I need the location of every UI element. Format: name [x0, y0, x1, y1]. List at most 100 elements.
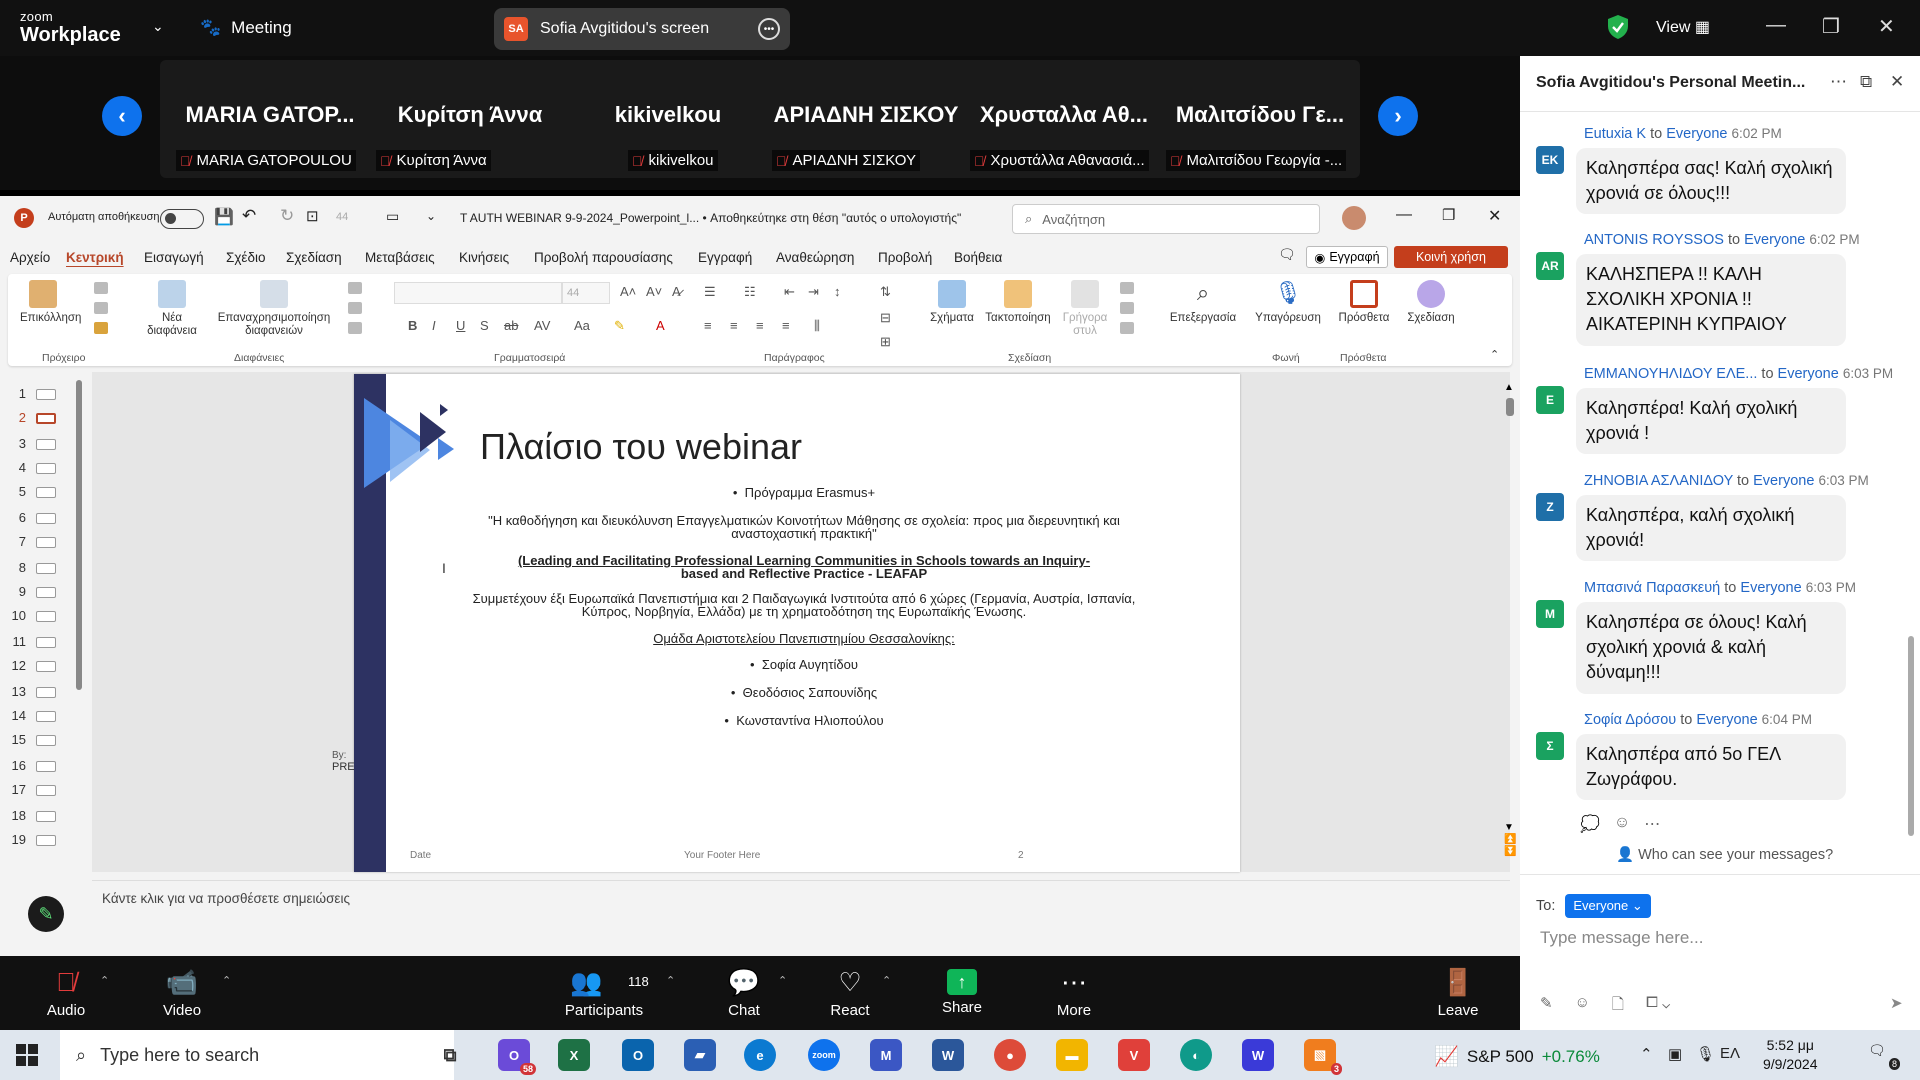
clock[interactable]: 5:52 μμ 9/9/2024	[1763, 1036, 1818, 1074]
underline-icon[interactable]: U	[456, 318, 465, 333]
layout-icon[interactable]: ▭	[386, 208, 399, 225]
chevron-up-icon[interactable]: ⌃	[100, 974, 109, 987]
thumbnail-item[interactable]: 16	[10, 756, 66, 776]
text-direction-icon[interactable]: ⇅	[880, 284, 891, 300]
numbering-icon[interactable]: ☷	[744, 284, 756, 300]
italic-icon[interactable]: I	[432, 318, 436, 333]
font-color-icon[interactable]: A	[656, 318, 665, 333]
bold-icon[interactable]: B	[408, 318, 417, 333]
pen-annotation-icon[interactable]: ✎	[28, 896, 64, 932]
task-view-icon[interactable]: ⧉	[434, 1039, 466, 1071]
minimize-icon[interactable]: —	[1396, 206, 1412, 224]
align-text-icon[interactable]: ⊟	[880, 310, 891, 326]
chevron-up-icon[interactable]: ⌃	[778, 974, 787, 987]
app-icon[interactable]: ▧ 3	[1304, 1039, 1342, 1075]
screenshot-icon[interactable]: ⧠ ⌄	[1646, 994, 1670, 1019]
app-icon[interactable]: ▰	[684, 1039, 716, 1071]
undo-icon[interactable]: ↶	[242, 206, 256, 226]
next-page-icon[interactable]: ›	[1378, 96, 1418, 136]
tab-insert[interactable]: Εισαγωγή	[144, 250, 204, 265]
shape-fill-icon[interactable]	[1120, 282, 1134, 294]
windows-start-icon[interactable]	[16, 1044, 38, 1066]
editing-button[interactable]: ⌕ Επεξεργασία	[1166, 280, 1240, 325]
network-icon[interactable]: ▣	[1668, 1045, 1682, 1063]
thumbnail-item[interactable]: 3	[10, 434, 66, 454]
addins-button[interactable]: Πρόσθετα	[1334, 280, 1394, 325]
format-text-icon[interactable]: ✎	[1540, 994, 1553, 1019]
layout-icon[interactable]	[348, 282, 362, 294]
more-button[interactable]: ⋯ More	[1034, 966, 1114, 1019]
section-icon[interactable]	[348, 322, 362, 334]
share-button[interactable]: Κοινή χρήση	[1394, 246, 1508, 268]
tab-transitions[interactable]: Μεταβάσεις	[365, 250, 435, 265]
notifications-icon[interactable]: 🗨 8	[1868, 1042, 1900, 1070]
math-app-icon[interactable]: M	[870, 1039, 902, 1071]
zoom-icon[interactable]: zoom	[808, 1039, 840, 1071]
collapse-ribbon-icon[interactable]: ⌃	[1490, 348, 1499, 361]
thumbnail-item[interactable]: 4	[10, 458, 66, 478]
app-icon[interactable]: ◐	[1180, 1039, 1212, 1071]
font-size-box[interactable]: 44	[562, 282, 610, 304]
columns-icon[interactable]: ⫼	[814, 318, 820, 334]
minimize-icon[interactable]: —	[1766, 14, 1786, 37]
thumbnail-item[interactable]: 18	[10, 806, 66, 826]
align-center-icon[interactable]: ≡	[730, 318, 738, 333]
format-painter-icon[interactable]	[94, 322, 108, 334]
arrange-button[interactable]: Τακτοποίηση	[982, 280, 1054, 325]
chevron-up-icon[interactable]: ⌃	[882, 974, 891, 987]
file-icon[interactable]: 🗋	[1612, 994, 1624, 1019]
highlight-icon[interactable]: ✎	[614, 318, 625, 334]
participant-tile[interactable]: Μαλιτσίδου Γε... 🎙̸ Μαλιτσίδου Γεωργία -.…	[1160, 60, 1360, 178]
excel-icon[interactable]: X	[558, 1039, 590, 1071]
copy-icon[interactable]	[94, 302, 108, 314]
send-icon[interactable]: ➤	[1890, 994, 1903, 1012]
more-options-icon[interactable]: ⋯	[1830, 72, 1847, 92]
file-explorer-icon[interactable]: ▬	[1056, 1039, 1088, 1071]
leave-button[interactable]: 🚪 Leave	[1418, 966, 1498, 1019]
restore-icon[interactable]: ❐	[1822, 14, 1840, 39]
font-size-box[interactable]: 44	[336, 211, 348, 223]
more-icon[interactable]: ⋯	[1644, 814, 1660, 834]
chrome-icon[interactable]: ●	[994, 1039, 1026, 1071]
search-input[interactable]: ⌕ Αναζήτηση	[1012, 204, 1320, 234]
shapes-button[interactable]: Σχήματα	[926, 280, 978, 325]
shared-screen-indicator[interactable]: SA Sofia Avgitidou's screen •••	[494, 8, 790, 50]
redo-icon[interactable]: ↻	[280, 206, 294, 226]
close-icon[interactable]: ✕	[1488, 206, 1501, 226]
emoji-icon[interactable]: ☺	[1575, 994, 1590, 1019]
edge-icon[interactable]: e	[744, 1039, 776, 1071]
chevron-down-icon[interactable]: ⌄	[152, 18, 164, 35]
save-icon[interactable]: 💾	[214, 207, 234, 227]
language-indicator[interactable]: ΕΛ	[1720, 1045, 1740, 1062]
close-icon[interactable]: ✕	[1878, 14, 1895, 39]
tab-animations[interactable]: Κινήσεις	[459, 250, 509, 265]
paste-button[interactable]: Επικόλληση	[20, 280, 81, 325]
tab-view[interactable]: Προβολή	[878, 250, 932, 265]
thumbnail-item[interactable]: 14	[10, 706, 66, 726]
slide-navigation-icons[interactable]: ▼ ⏫ ⏬	[1504, 822, 1516, 858]
thumbnail-item[interactable]: 7	[10, 532, 66, 552]
audio-button[interactable]: 🎙̸ Audio	[26, 966, 106, 1019]
chevron-up-icon[interactable]: ⌃	[1640, 1045, 1653, 1063]
tab-design[interactable]: Σχέδιο	[226, 250, 265, 265]
participant-tile[interactable]: Κυρίτση Άννα 🎙̸ Κυρίτση Άννα	[370, 60, 570, 178]
thumbnail-item[interactable]: 8	[10, 558, 66, 578]
tab-file[interactable]: Αρχείο	[10, 250, 50, 265]
tab-help[interactable]: Βοήθεια	[954, 250, 1002, 265]
present-icon[interactable]: ⊡	[306, 207, 319, 225]
smartart-icon[interactable]: ⊞	[880, 334, 891, 350]
font-name-box[interactable]	[394, 282, 562, 304]
tab-draw[interactable]: Σχεδίαση	[286, 250, 342, 265]
cut-icon[interactable]	[94, 282, 108, 294]
sender-name[interactable]: Eutuxia K	[1584, 126, 1646, 142]
thumbnail-item[interactable]: 19	[10, 830, 66, 850]
participant-tile[interactable]: ΑΡΙΑΔΝΗ ΣΙΣΚΟΥ 🎙̸ ΑΡΙΑΔΝΗ ΣΙΣΚΟΥ	[766, 60, 966, 178]
shape-effects-icon[interactable]	[1120, 322, 1134, 334]
increase-font-icon[interactable]: A˄	[620, 284, 636, 299]
stock-widget[interactable]: 📈 S&P 500 +0.76%	[1434, 1044, 1600, 1069]
record-button[interactable]: ◉ Εγγραφή	[1306, 246, 1388, 268]
change-case-icon[interactable]: Aa	[574, 318, 590, 333]
restore-icon[interactable]: ❐	[1442, 206, 1455, 224]
meeting-menu[interactable]: 🐾 Meeting	[200, 18, 292, 38]
recipient-dropdown[interactable]: Everyone ⌄	[1565, 894, 1651, 918]
